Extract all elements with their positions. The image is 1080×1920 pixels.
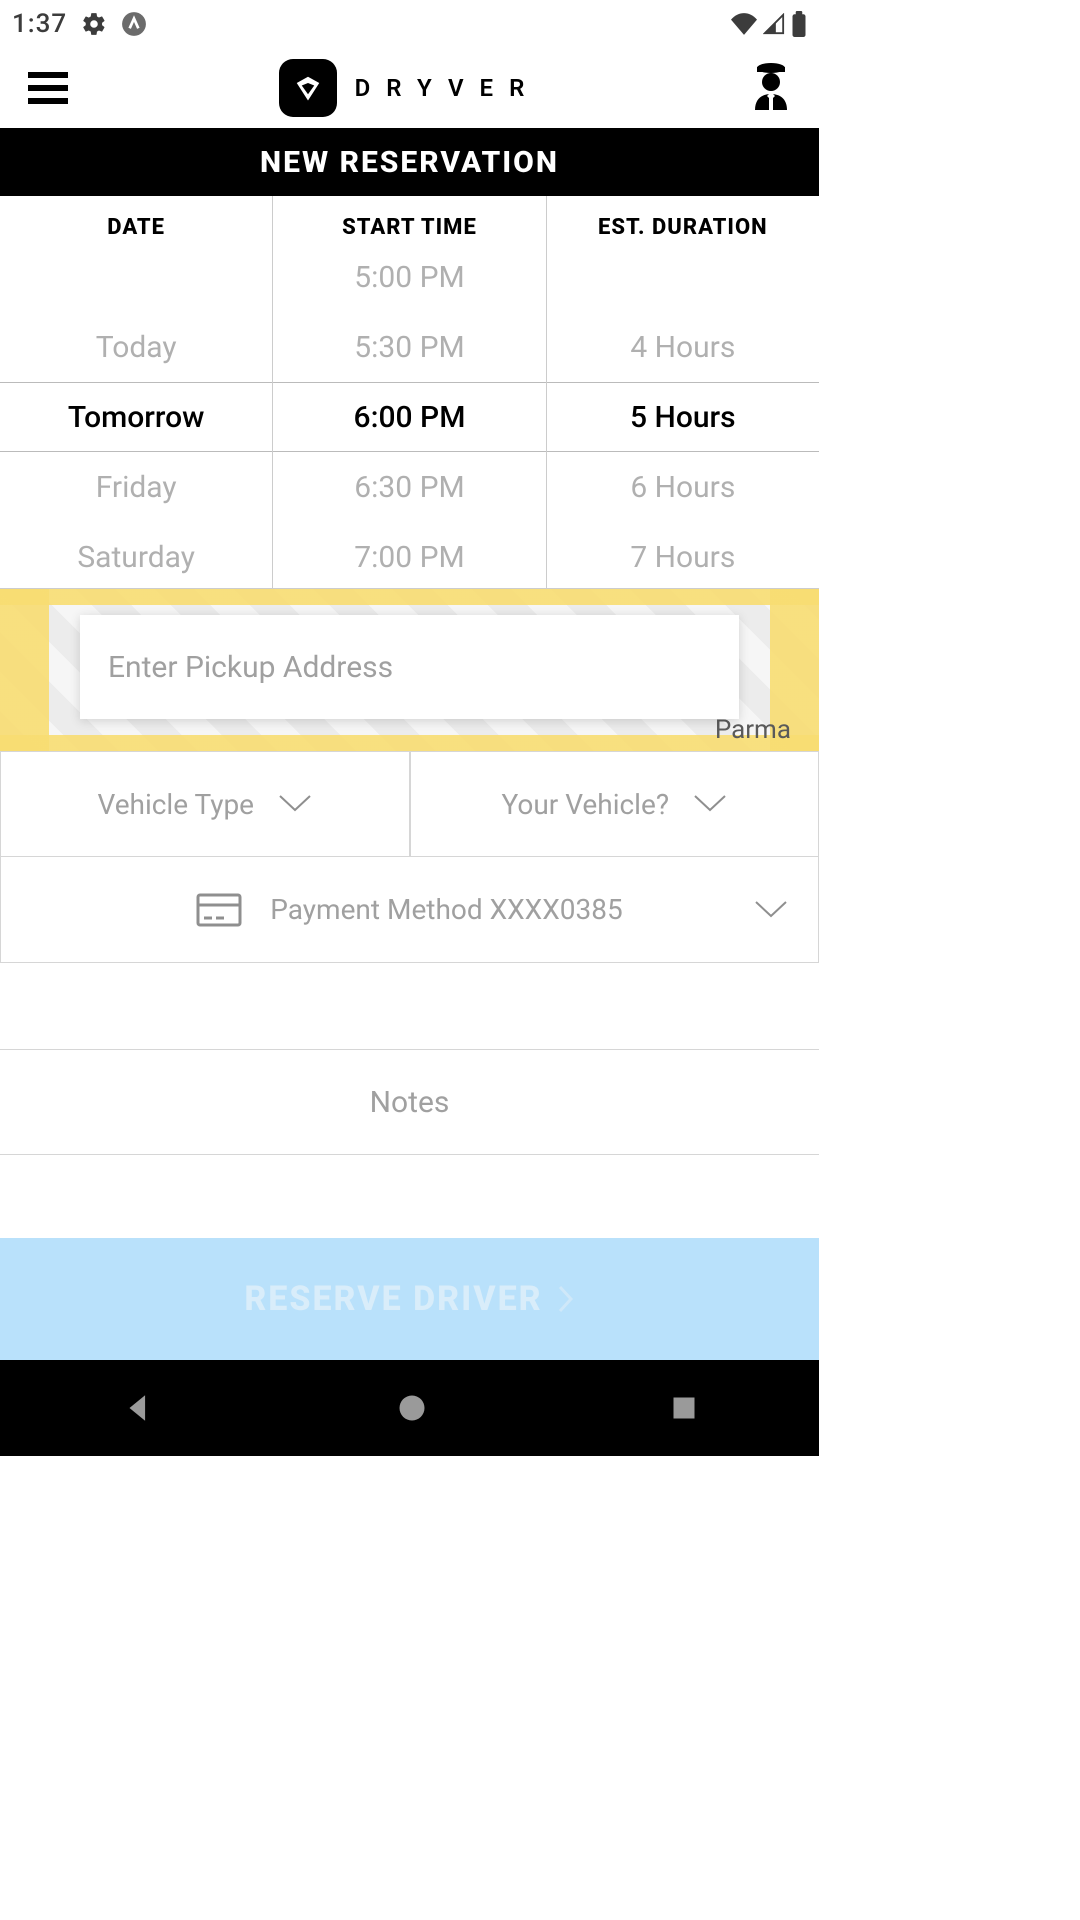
notes-label: Notes xyxy=(370,1085,450,1120)
brand-name: DRYVER xyxy=(355,74,541,102)
map-city-label: Parma xyxy=(715,715,791,745)
picker-item[interactable]: 5:30 PM xyxy=(273,312,545,382)
chevron-down-icon xyxy=(693,794,727,814)
date-header: DATE xyxy=(0,196,272,258)
pickup-address-field[interactable] xyxy=(80,615,739,719)
picker-item[interactable]: 7:00 PM xyxy=(273,522,545,588)
picker-item[interactable]: Friday xyxy=(0,452,272,522)
dryver-logo-icon xyxy=(293,73,323,103)
picker-item[interactable]: Saturday xyxy=(0,522,272,588)
status-bar: 1:37 xyxy=(0,0,819,48)
brand-logo: DRYVER xyxy=(279,59,541,117)
chevron-down-icon xyxy=(278,794,312,814)
your-vehicle-label: Your Vehicle? xyxy=(501,788,669,821)
picker-item[interactable]: 4 Hours xyxy=(547,312,819,382)
time-column[interactable]: START TIME 5:00 PM 5:30 PM 6:00 PM 6:30 … xyxy=(272,196,545,588)
status-time: 1:37 xyxy=(12,9,67,39)
duration-header: EST. DURATION xyxy=(547,196,819,258)
picker-item[interactable] xyxy=(0,258,272,312)
page-title: NEW RESERVATION xyxy=(0,128,819,196)
signal-icon xyxy=(763,13,785,35)
picker-item-selected[interactable]: 6:00 PM xyxy=(273,382,545,452)
picker-item[interactable]: 6 Hours xyxy=(547,452,819,522)
android-nav-bar xyxy=(0,1360,819,1456)
reserve-driver-button[interactable]: RESERVE DRIVER xyxy=(0,1238,819,1360)
nav-home-button[interactable] xyxy=(397,1393,427,1423)
picker-item[interactable] xyxy=(547,258,819,312)
vehicle-type-label: Vehicle Type xyxy=(97,788,254,821)
pickup-address-input[interactable] xyxy=(108,650,711,685)
payment-method-select[interactable]: Payment Method XXXX0385 xyxy=(0,857,819,963)
wifi-icon xyxy=(731,13,757,35)
your-vehicle-select[interactable]: Your Vehicle? xyxy=(410,751,820,857)
chauffeur-icon xyxy=(751,62,791,110)
battery-icon xyxy=(791,11,807,37)
picker-item[interactable]: 5:00 PM xyxy=(273,258,545,312)
nav-recent-button[interactable] xyxy=(670,1394,698,1422)
map[interactable]: Parma xyxy=(0,589,819,751)
picker: DATE Today Tomorrow Friday Saturday STAR… xyxy=(0,196,819,589)
duration-column[interactable]: EST. DURATION 4 Hours 5 Hours 6 Hours 7 … xyxy=(546,196,819,588)
profile-button[interactable] xyxy=(751,62,791,114)
picker-item[interactable]: 6:30 PM xyxy=(273,452,545,522)
picker-item-selected[interactable]: 5 Hours xyxy=(547,382,819,452)
vehicle-type-select[interactable]: Vehicle Type xyxy=(0,751,410,857)
credit-card-icon xyxy=(196,893,242,927)
app-header: DRYVER xyxy=(0,48,819,128)
picker-item[interactable]: Today xyxy=(0,312,272,382)
picker-item[interactable]: 7 Hours xyxy=(547,522,819,588)
notes-field[interactable]: Notes xyxy=(0,1049,819,1155)
picker-item-selected[interactable]: Tomorrow xyxy=(0,382,272,452)
date-column[interactable]: DATE Today Tomorrow Friday Saturday xyxy=(0,196,272,588)
payment-method-label: Payment Method XXXX0385 xyxy=(270,893,623,926)
app-icon xyxy=(121,11,147,37)
time-header: START TIME xyxy=(273,196,545,258)
reserve-label: RESERVE DRIVER xyxy=(244,1279,542,1319)
chevron-down-icon xyxy=(754,900,788,920)
nav-back-button[interactable] xyxy=(121,1391,155,1425)
chevron-right-icon xyxy=(557,1284,575,1314)
menu-button[interactable] xyxy=(28,72,68,104)
settings-icon xyxy=(81,11,107,37)
